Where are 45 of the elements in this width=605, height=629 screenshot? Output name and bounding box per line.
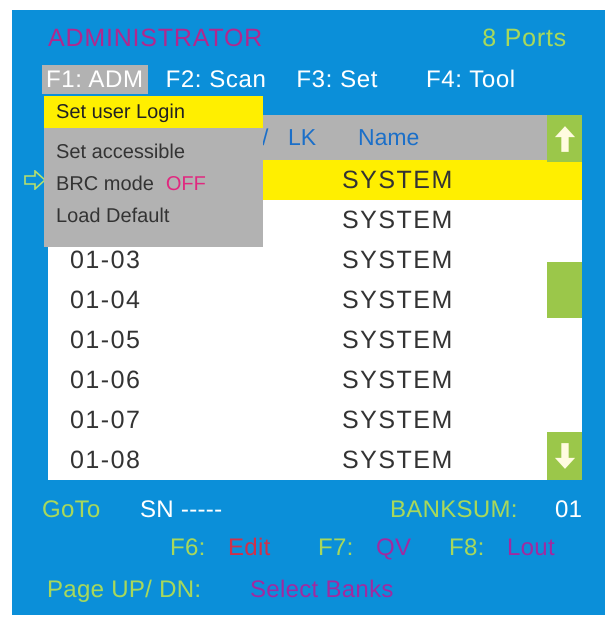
scroll-up-button[interactable] <box>547 115 582 162</box>
table-row[interactable]: 01-05 SYSTEM <box>48 320 547 360</box>
key-action: Lout <box>507 534 555 562</box>
menu-item[interactable]: Set user Login <box>44 96 263 128</box>
function-key: F8: <box>449 534 485 562</box>
table-row[interactable]: 01-08 SYSTEM <box>48 440 547 480</box>
port-number: 01-05 <box>70 326 142 354</box>
port-name: SYSTEM <box>342 246 454 274</box>
serial-number: SN ----- <box>140 496 222 524</box>
goto-label: GoTo <box>42 496 101 524</box>
port-number: 01-04 <box>70 286 142 314</box>
key-action: QV <box>376 534 412 562</box>
menu-tab[interactable]: F3: Set <box>292 64 382 94</box>
table-row[interactable]: 01-06 SYSTEM <box>48 360 547 400</box>
port-number: 01-08 <box>70 446 142 474</box>
page-keys-label: Page UP/ DN: <box>47 576 202 604</box>
menu-tab[interactable]: F2: Scan <box>162 64 270 94</box>
table-row[interactable]: 01-03 SYSTEM <box>48 240 547 280</box>
scrollbar-thumb[interactable] <box>547 262 582 318</box>
scroll-down-button[interactable] <box>547 432 582 480</box>
toggle-value: OFF <box>166 172 206 196</box>
port-name: SYSTEM <box>342 326 454 354</box>
key-action: Edit <box>228 534 271 562</box>
menu-tab[interactable]: F4: Tool <box>422 64 520 94</box>
port-number: 01-06 <box>70 366 142 394</box>
port-name: SYSTEM <box>342 166 454 194</box>
table-row[interactable]: 01-04 SYSTEM <box>48 280 547 320</box>
port-name: SYSTEM <box>342 406 454 434</box>
banksum-value: 01 <box>555 496 582 524</box>
table-row[interactable]: 01-07 SYSTEM <box>48 400 547 440</box>
screen-title: ADMINISTRATOR <box>48 24 264 52</box>
arrow-up-icon <box>554 124 576 154</box>
page-keys-action: Select Banks <box>250 576 394 604</box>
port-number: 01-07 <box>70 406 142 434</box>
banksum-label: BANKSUM: <box>390 496 518 524</box>
port-count: 8 Ports <box>482 24 567 52</box>
port-name: SYSTEM <box>342 446 454 474</box>
arrow-down-icon <box>554 441 576 471</box>
menu-item-label: BRC mode <box>56 172 154 196</box>
function-key: F7: <box>318 534 354 562</box>
port-name: SYSTEM <box>342 366 454 394</box>
port-name: SYSTEM <box>342 286 454 314</box>
port-number: 01-03 <box>70 246 142 274</box>
function-key: F6: <box>170 534 206 562</box>
pointer-arrow-icon <box>24 170 46 190</box>
